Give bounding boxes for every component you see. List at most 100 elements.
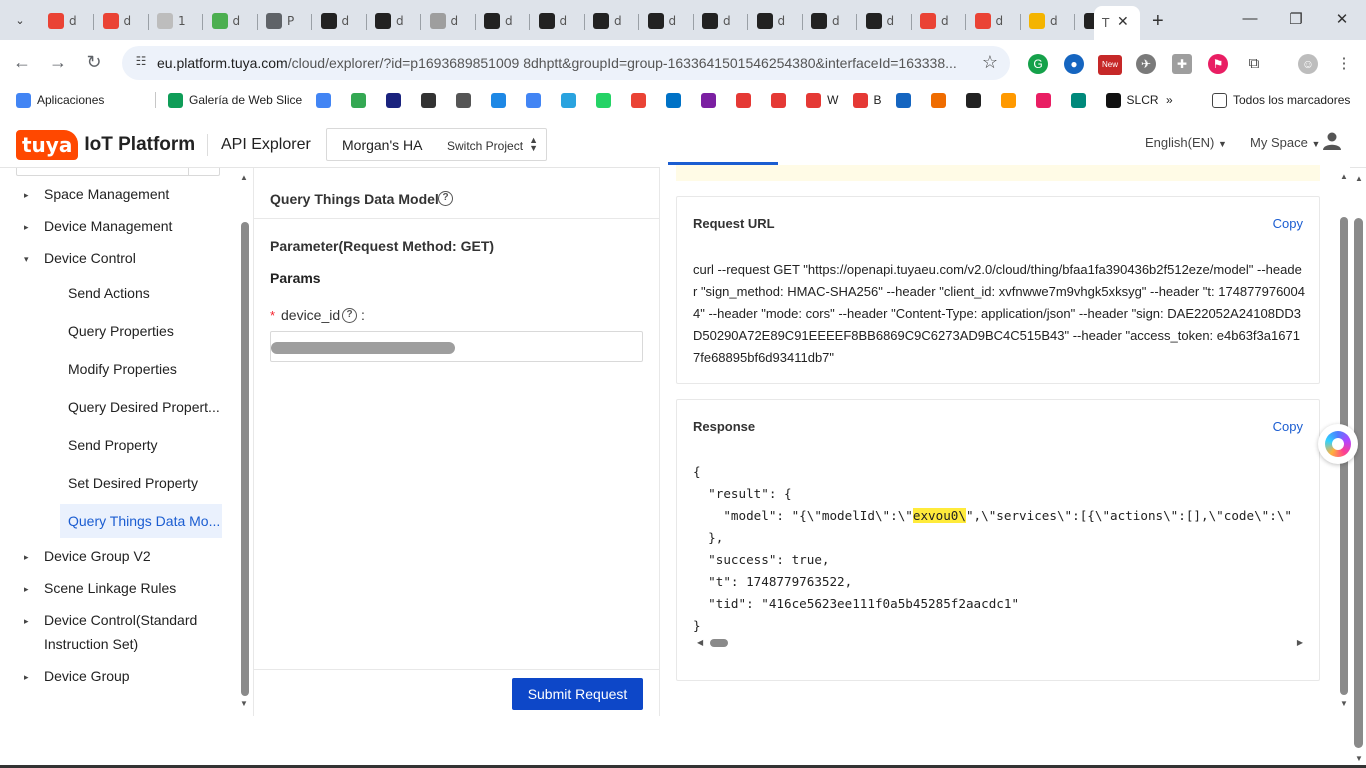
browser-tab[interactable]: d: [585, 8, 639, 34]
bookmark-item[interactable]: [1000, 91, 1022, 109]
sidebar-sub-query-desired-property[interactable]: Query Desired Propert...: [68, 399, 220, 415]
browser-tab[interactable]: d: [95, 8, 149, 34]
ai-assistant-button[interactable]: [1318, 424, 1358, 464]
address-bar[interactable]: ☷ eu.platform.tuya.com/cloud/explorer/?i…: [122, 46, 1010, 80]
extensions-puzzle-icon[interactable]: ⧉: [1244, 54, 1264, 74]
scroll-right-icon[interactable]: ▶: [1297, 638, 1303, 647]
sidebar-scroll-down-icon[interactable]: ▼: [240, 699, 248, 708]
restore-icon[interactable]: ❐: [1286, 10, 1306, 28]
bookmark-item[interactable]: SLCR: [1105, 91, 1159, 109]
language-select[interactable]: English(EN) ▼: [1145, 135, 1227, 150]
bookmark-item[interactable]: [631, 91, 652, 109]
browser-tab[interactable]: d: [367, 8, 421, 34]
help-icon[interactable]: ?: [438, 191, 453, 206]
new-tab-icon[interactable]: +: [1152, 10, 1164, 33]
extension-icon[interactable]: ✈: [1136, 54, 1156, 74]
sidebar-sub-send-property[interactable]: Send Property: [68, 437, 158, 453]
horizontal-scrollbar-thumb[interactable]: [710, 639, 728, 647]
browser-menu-icon[interactable]: ⋮: [1334, 54, 1354, 74]
extension-icon[interactable]: ⚑: [1208, 54, 1228, 74]
browser-tab[interactable]: d: [858, 8, 912, 34]
sidebar-item-device-control-standard[interactable]: ▸ Device Control(Standard Instruction Se…: [0, 612, 230, 660]
browser-tab[interactable]: d: [313, 8, 367, 34]
bookmark-item[interactable]: [561, 91, 582, 109]
browser-tab[interactable]: d: [531, 8, 585, 34]
bookmark-item[interactable]: [386, 91, 407, 109]
browser-tab[interactable]: d: [694, 8, 748, 34]
browser-tab[interactable]: P: [258, 8, 312, 34]
vpn-extension-icon[interactable]: ●: [1064, 54, 1084, 74]
bookmark-item[interactable]: [456, 91, 477, 109]
bookmark-item[interactable]: Aplicaciones: [16, 91, 104, 109]
browser-tab[interactable]: d: [803, 8, 857, 34]
bookmark-item[interactable]: [316, 91, 337, 109]
user-icon[interactable]: [1322, 131, 1342, 151]
bookmark-item[interactable]: [491, 91, 512, 109]
bookmark-item[interactable]: [421, 91, 442, 109]
forward-icon[interactable]: →: [46, 52, 70, 73]
new-extension-icon[interactable]: New: [1098, 55, 1122, 75]
url-text[interactable]: eu.platform.tuya.com/cloud/explorer/?id=…: [157, 55, 965, 71]
browser-tab[interactable]: d: [422, 8, 476, 34]
tuya-logo[interactable]: tuya IoT Platform: [16, 130, 195, 160]
extension-icon[interactable]: ✚: [1172, 54, 1192, 74]
page-scroll-down-icon[interactable]: ▼: [1355, 754, 1363, 763]
bookmarks-more-icon[interactable]: »: [1166, 91, 1173, 109]
browser-tab[interactable]: d: [640, 8, 694, 34]
bookmark-item[interactable]: [930, 91, 952, 109]
bookmark-item[interactable]: B: [852, 91, 882, 109]
bookmark-item[interactable]: Galería de Web Slice: [168, 91, 302, 109]
sidebar-sub-modify-properties[interactable]: Modify Properties: [68, 361, 177, 377]
page-scrollbar[interactable]: ▲ ▼: [1351, 168, 1366, 768]
my-space-menu[interactable]: My Space ▼: [1250, 135, 1320, 150]
browser-tab[interactable]: d: [749, 8, 803, 34]
copy-response-button[interactable]: Copy: [1273, 419, 1303, 434]
window-close-icon[interactable]: ✕: [1332, 10, 1352, 28]
project-switcher[interactable]: Morgan's HA Switch Project ▲ ▼: [326, 128, 547, 161]
minimize-icon[interactable]: —: [1240, 10, 1260, 27]
browser-tab[interactable]: d: [912, 8, 966, 34]
browser-tab[interactable]: 1: [149, 8, 203, 34]
sidebar-scroll-up-icon[interactable]: ▲: [240, 173, 248, 182]
browser-tab[interactable]: d: [967, 8, 1021, 34]
bookmark-item[interactable]: [1035, 91, 1057, 109]
bookmark-item[interactable]: [895, 91, 917, 109]
grammarly-extension-icon[interactable]: G: [1028, 54, 1048, 74]
page-scroll-up-icon[interactable]: ▲: [1355, 174, 1363, 183]
tab-close-icon[interactable]: ✕: [1117, 13, 1129, 30]
help-icon[interactable]: ?: [342, 308, 357, 323]
submit-request-button[interactable]: Submit Request: [512, 678, 643, 710]
bookmark-item[interactable]: [351, 91, 372, 109]
all-bookmarks-folder[interactable]: Todos los marcadores: [1212, 91, 1350, 109]
site-info-icon[interactable]: ☷: [132, 54, 150, 72]
bookmark-item[interactable]: W: [806, 91, 839, 109]
sidebar-search-button[interactable]: [188, 168, 220, 176]
sidebar-sub-send-actions[interactable]: Send Actions: [68, 285, 150, 301]
bookmark-star-icon[interactable]: ☆: [982, 52, 998, 73]
bookmark-item[interactable]: [736, 91, 757, 109]
browser-tab[interactable]: d: [40, 8, 94, 34]
scroll-left-icon[interactable]: ◀: [697, 638, 703, 647]
browser-tab[interactable]: d: [476, 8, 530, 34]
device-id-input[interactable]: bfaa1fa390436b2f512: [270, 331, 643, 362]
sidebar-sub-set-desired-property[interactable]: Set Desired Property: [68, 475, 198, 491]
bookmark-item[interactable]: [1070, 91, 1092, 109]
bookmark-item[interactable]: [701, 91, 722, 109]
browser-tab[interactable]: d: [204, 8, 258, 34]
copy-request-url-button[interactable]: Copy: [1273, 216, 1303, 231]
page-scrollbar-thumb[interactable]: [1354, 218, 1363, 748]
panel-scroll-down-icon[interactable]: ▼: [1340, 699, 1348, 708]
back-icon[interactable]: ←: [10, 52, 34, 73]
panel-scroll-up-icon[interactable]: ▲: [1340, 172, 1348, 181]
bookmark-item[interactable]: [526, 91, 547, 109]
browser-tab[interactable]: d: [1021, 8, 1075, 34]
profile-avatar-icon[interactable]: ☺: [1298, 54, 1318, 74]
bookmark-item[interactable]: [596, 91, 617, 109]
tab-search-icon[interactable]: ⌄: [8, 8, 32, 32]
sidebar-sub-query-properties[interactable]: Query Properties: [68, 323, 174, 339]
reload-icon[interactable]: ↻: [82, 52, 106, 73]
bookmark-item[interactable]: [666, 91, 687, 109]
sidebar-scrollbar-thumb[interactable]: [241, 222, 249, 696]
bookmark-item[interactable]: [965, 91, 987, 109]
sidebar-sub-query-things-data-model[interactable]: Query Things Data Mo...: [68, 513, 220, 529]
